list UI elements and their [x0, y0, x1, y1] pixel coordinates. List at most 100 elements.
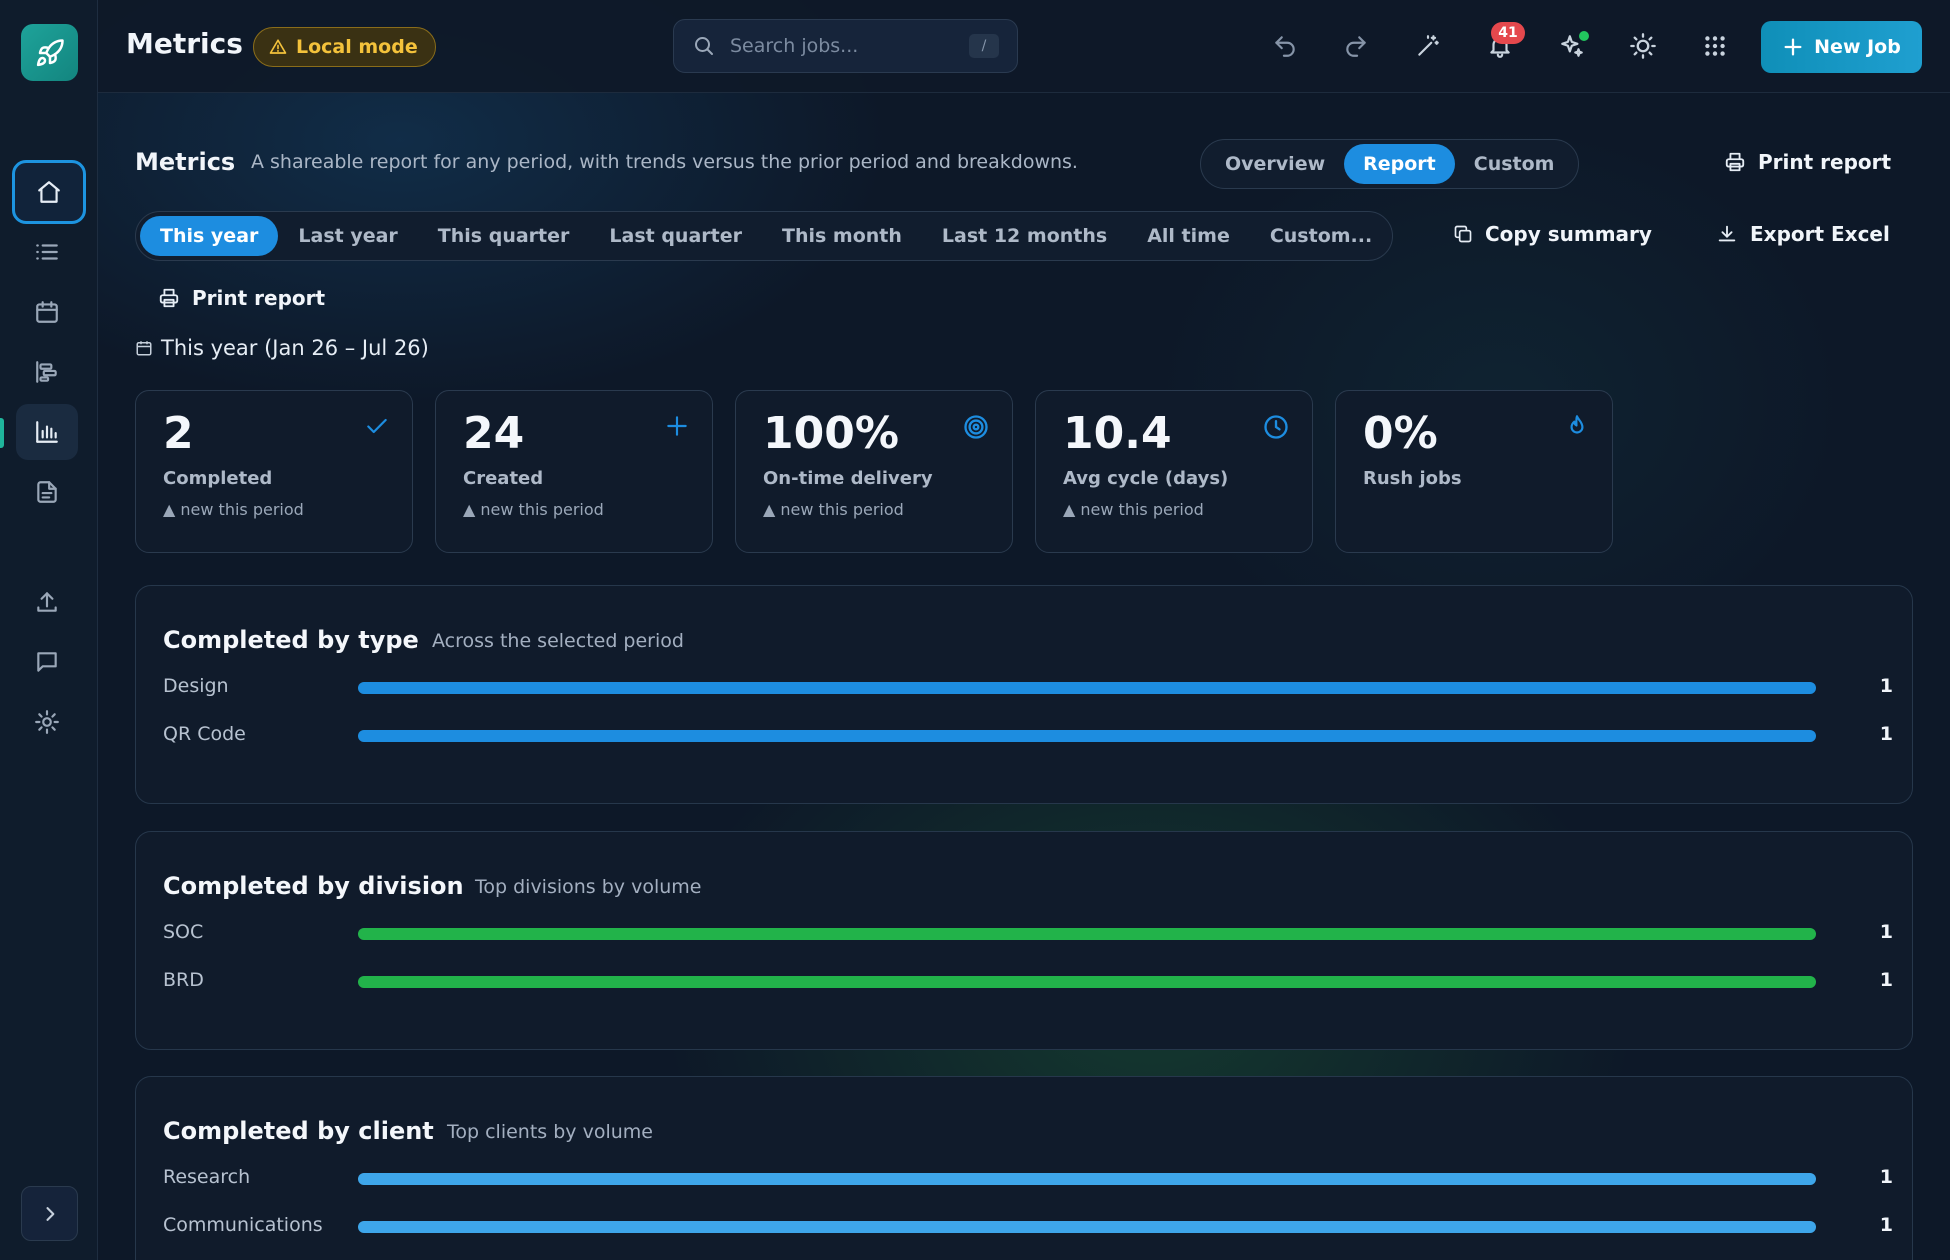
calendar-icon	[136, 341, 152, 356]
nav-home[interactable]	[12, 160, 86, 224]
print-report-label: Print report	[1758, 150, 1892, 174]
copy-summary-button[interactable]: Copy summary	[1453, 222, 1652, 246]
kpi-card-completed[interactable]: 2 Completed ▲ new this period	[135, 390, 413, 553]
breakdown-bar-track	[358, 928, 1816, 940]
chevron-right-icon	[45, 1206, 54, 1221]
print-report-secondary-label: Print report	[192, 286, 326, 310]
new-job-button[interactable]: New Job	[1761, 21, 1922, 73]
breakdown-bar	[358, 928, 1816, 940]
printer-icon	[1725, 152, 1745, 172]
breakdown-label: BRD	[163, 969, 204, 991]
kpi-card-created[interactable]: 24 Created ▲ new this period	[435, 390, 713, 553]
kpi-value: 24	[463, 408, 525, 459]
apps-button[interactable]	[1697, 28, 1733, 64]
kpi-label: Completed	[163, 467, 273, 489]
breakdown-bar	[358, 976, 1816, 988]
copy-summary-label: Copy summary	[1485, 222, 1652, 246]
print-report-secondary-button[interactable]: Print report	[158, 286, 325, 310]
nav-calendar[interactable]	[16, 284, 78, 340]
breakdown-bar-track	[358, 1221, 1816, 1233]
panel-title: Completed by type	[163, 626, 419, 654]
grid-icon	[1705, 36, 1725, 56]
ai-status-dot	[1579, 31, 1589, 41]
breakdown-bar	[358, 1221, 1816, 1233]
page-subtitle: A shareable report for any period, with …	[251, 151, 1078, 173]
breakdown-value: 1	[1879, 921, 1893, 943]
target-icon	[962, 413, 990, 441]
sun-icon	[1630, 33, 1656, 59]
nav-timeline[interactable]	[16, 344, 78, 400]
period-this-month[interactable]: This month	[762, 216, 922, 256]
nav-list[interactable]	[16, 224, 78, 280]
gear-icon	[35, 710, 59, 734]
kpi-card-on-time-delivery[interactable]: 100% On-time delivery ▲ new this period	[735, 390, 1013, 553]
nav-upload[interactable]	[16, 574, 78, 630]
period-custom[interactable]: Custom...	[1250, 216, 1392, 256]
app-root: Metrics Local mode Search jobs... / 41 N…	[0, 0, 1950, 1260]
period-this-year[interactable]: This year	[140, 216, 279, 256]
document-icon	[37, 481, 57, 503]
period-last-12-months[interactable]: Last 12 months	[922, 216, 1127, 256]
search-box[interactable]: Search jobs... /	[673, 19, 1018, 73]
breakdown-row: SOC 1	[163, 919, 1893, 949]
breakdown-value: 1	[1879, 723, 1893, 745]
export-excel-button[interactable]: Export Excel	[1716, 222, 1890, 246]
kpi-value: 10.4	[1063, 408, 1172, 459]
app-logo[interactable]	[21, 24, 78, 81]
breakdown-bar	[358, 730, 1816, 742]
period-last-quarter[interactable]: Last quarter	[589, 216, 762, 256]
nav-messages[interactable]	[16, 634, 78, 690]
mode-badge-label: Local mode	[296, 36, 418, 58]
period-this-quarter[interactable]: This quarter	[418, 216, 590, 256]
print-report-button[interactable]: Print report	[1724, 150, 1891, 174]
warning-icon	[269, 39, 287, 54]
tab-overview[interactable]: Overview	[1206, 144, 1344, 184]
sidebar-collapse-button[interactable]	[21, 1186, 78, 1241]
kpi-value: 100%	[763, 408, 899, 459]
breakdown-label: Communications	[163, 1214, 323, 1236]
panel-title: Completed by division	[163, 872, 464, 900]
clock-icon	[1262, 413, 1290, 441]
period-last-year[interactable]: Last year	[278, 216, 417, 256]
tab-custom[interactable]: Custom	[1455, 144, 1574, 184]
chat-icon	[37, 652, 57, 672]
kpi-card-rush-jobs[interactable]: 0% Rush jobs	[1335, 390, 1613, 553]
undo-button[interactable]	[1267, 28, 1303, 64]
breakdown-label: SOC	[163, 921, 204, 943]
kpi-trend-note: ▲ new this period	[1063, 499, 1204, 519]
breakdown-bar-track	[358, 1173, 1816, 1185]
breakdown-value: 1	[1879, 1166, 1893, 1188]
undo-icon	[1275, 36, 1295, 57]
kpi-trend-note: ▲ new this period	[763, 499, 904, 519]
plus-icon	[1784, 38, 1802, 56]
kpi-card-avg-cycle[interactable]: 10.4 Avg cycle (days) ▲ new this period	[1035, 390, 1313, 553]
nav-settings[interactable]	[16, 694, 78, 750]
kpi-value: 2	[163, 408, 194, 459]
kpi-row: 2 Completed ▲ new this period 24 Created…	[135, 390, 1613, 553]
nav-metrics[interactable]	[16, 404, 78, 460]
panel-subtitle: Top clients by volume	[447, 1121, 653, 1143]
tab-report[interactable]: Report	[1344, 144, 1455, 184]
theme-toggle-button[interactable]	[1625, 28, 1661, 64]
breakdown-bar-track	[358, 976, 1816, 988]
bar-chart-icon	[36, 421, 58, 443]
nav-documents[interactable]	[16, 464, 78, 520]
search-shortcut-hint: /	[969, 34, 999, 58]
period-all-time[interactable]: All time	[1127, 216, 1250, 256]
home-icon	[38, 181, 60, 203]
local-mode-badge[interactable]: Local mode	[253, 27, 436, 67]
breakdown-label: QR Code	[163, 723, 246, 745]
breakdown-label: Design	[163, 675, 229, 697]
copy-icon	[1454, 225, 1472, 243]
breakdown-value: 1	[1879, 1214, 1893, 1236]
search-icon	[695, 37, 713, 55]
date-range-text: This year (Jan 26 – Jul 26)	[161, 336, 429, 360]
magic-wand-button[interactable]	[1410, 28, 1446, 64]
redo-button[interactable]	[1338, 28, 1374, 64]
period-selector: This year Last year This quarter Last qu…	[135, 211, 1393, 261]
nav-active-indicator	[0, 418, 4, 448]
panel-completed-by-type: Completed by type Across the selected pe…	[135, 585, 1913, 804]
printer-icon	[159, 288, 179, 308]
plus-icon	[664, 413, 690, 439]
search-input[interactable]: Search jobs...	[730, 35, 969, 57]
